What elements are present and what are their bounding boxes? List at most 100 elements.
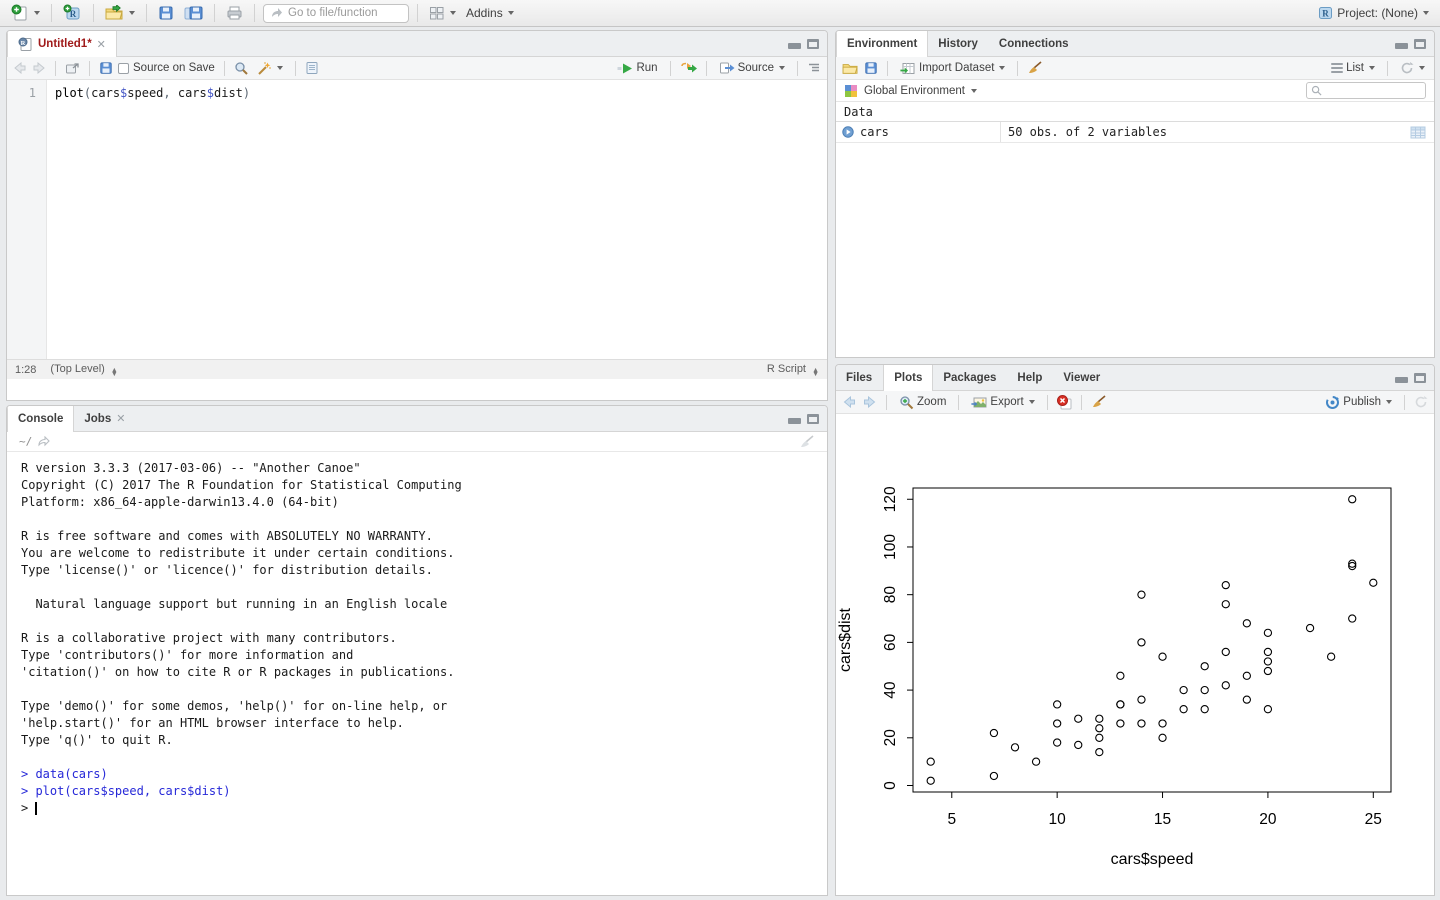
source-caret (779, 66, 785, 70)
next-plot-icon[interactable] (862, 396, 877, 408)
refresh-plot-icon[interactable] (1414, 395, 1428, 409)
refresh-environment-button[interactable] (1397, 59, 1428, 77)
console-input-line: > (21, 800, 827, 817)
maximize-icon[interactable] (807, 414, 819, 424)
project-menu-button[interactable]: R Project: (None) (1314, 3, 1432, 23)
console-path-row: ~/ (7, 432, 827, 452)
console-cursor (35, 802, 37, 815)
project-label: Project: (None) (1337, 6, 1418, 20)
import-dataset-button[interactable]: Import Dataset (897, 60, 1008, 77)
minimize-icon[interactable] (788, 418, 801, 424)
expand-object-icon[interactable] (842, 126, 854, 138)
rerun-icon[interactable] (680, 62, 697, 74)
code-tools-button[interactable] (254, 59, 286, 78)
tab-untitled1[interactable]: R Untitled1* ✕ (7, 31, 117, 57)
addins-button[interactable]: Addins (463, 4, 517, 22)
minimize-icon[interactable] (1395, 43, 1408, 49)
save-icon[interactable] (99, 61, 113, 75)
save-all-button[interactable] (181, 3, 206, 23)
console-output-line (21, 681, 827, 698)
working-directory: ~/ (19, 435, 32, 448)
console-output[interactable]: R version 3.3.3 (2017-03-06) -- "Another… (7, 452, 827, 817)
addins-caret (508, 11, 514, 15)
toolbar-separator (254, 4, 255, 22)
source-button[interactable]: Source (716, 60, 788, 76)
find-replace-icon[interactable] (234, 61, 249, 76)
help-tab-label: Help (1017, 372, 1042, 384)
tab-packages[interactable]: Packages (933, 365, 1007, 390)
publish-icon (1325, 395, 1340, 410)
export-plot-button[interactable]: Export (968, 394, 1037, 411)
minimize-icon[interactable] (788, 43, 801, 49)
toolbar-separator (417, 4, 418, 22)
open-file-button[interactable] (102, 3, 138, 23)
global-environment-icon (844, 84, 858, 98)
toolbar-separator (886, 395, 887, 410)
code-line[interactable]: plot(cars$speed, cars$dist) (47, 80, 250, 359)
list-view-button[interactable]: List (1328, 60, 1378, 76)
minimize-icon[interactable] (1395, 377, 1408, 383)
source-label: Source (738, 62, 774, 74)
goto-directory-icon[interactable] (38, 436, 51, 447)
plots-tab-label: Plots (894, 372, 922, 384)
document-outline-icon[interactable] (807, 62, 821, 74)
tab-connections[interactable]: Connections (989, 31, 1080, 56)
zoom-plot-button[interactable]: Zoom (896, 393, 949, 412)
goto-file-input[interactable]: Go to file/function (263, 4, 409, 23)
remove-plot-icon[interactable] (1057, 395, 1072, 410)
toolbar-separator (1404, 395, 1405, 410)
open-in-window-icon[interactable] (65, 62, 80, 75)
tab-environment[interactable]: Environment (836, 31, 928, 57)
tab-console[interactable]: Console (7, 406, 74, 432)
code-editor[interactable]: 1 plot(cars$speed, cars$dist) (7, 80, 827, 359)
back-icon[interactable] (13, 62, 27, 74)
source-on-save-toggle[interactable]: Source on Save (118, 62, 215, 74)
toolbar-separator (958, 395, 959, 410)
list-view-icon (1331, 63, 1343, 73)
maximize-icon[interactable] (1414, 373, 1426, 383)
load-workspace-icon[interactable] (842, 61, 859, 75)
tab-jobs[interactable]: Jobs ✕ (74, 406, 136, 431)
cursor-position: 1:28 (15, 364, 36, 376)
forward-icon[interactable] (32, 62, 46, 74)
maximize-icon[interactable] (807, 39, 819, 49)
toolbar-separator (51, 4, 52, 22)
refresh-icon (1400, 61, 1414, 75)
tab-help[interactable]: Help (1007, 365, 1053, 390)
filetype-selector[interactable]: R Script ▲▼ (767, 363, 819, 377)
view-data-grid-icon[interactable] (1410, 126, 1426, 139)
close-jobs-icon[interactable]: ✕ (116, 412, 125, 425)
environment-window-controls (1395, 31, 1434, 56)
save-button[interactable] (155, 3, 177, 23)
tab-files[interactable]: Files (836, 365, 883, 390)
pane-layout-button[interactable] (426, 4, 459, 23)
tab-history[interactable]: History (928, 31, 989, 56)
environment-scope-selector[interactable]: Global Environment (864, 85, 977, 97)
plots-toolbar: Zoom Export (836, 391, 1434, 414)
packages-tab-label: Packages (943, 372, 996, 384)
compile-report-icon[interactable] (305, 61, 319, 75)
clear-all-plots-icon[interactable] (1091, 395, 1107, 409)
scope-selector[interactable]: (Top Level) ▲▼ (50, 363, 117, 377)
console-output-line: Platform: x86_64-apple-darwin13.4.0 (64-… (21, 494, 827, 511)
console-output-line (21, 613, 827, 630)
tab-plots[interactable]: Plots (883, 365, 933, 391)
run-button[interactable]: Run (614, 60, 660, 76)
save-workspace-icon[interactable] (864, 61, 878, 75)
previous-plot-icon[interactable] (842, 396, 857, 408)
close-tab-icon[interactable]: ✕ (97, 38, 106, 51)
clear-console-icon[interactable] (799, 435, 815, 449)
print-button[interactable] (223, 3, 246, 23)
source-window-controls (788, 31, 827, 56)
source-on-save-checkbox[interactable] (118, 63, 129, 74)
clear-environment-icon[interactable] (1027, 61, 1043, 75)
new-file-button[interactable] (8, 2, 43, 24)
toolbar-separator (214, 4, 215, 22)
publish-button[interactable]: Publish (1322, 393, 1395, 412)
environment-object-row[interactable]: cars 50 obs. of 2 variables (836, 122, 1434, 143)
toolbar-separator (706, 61, 707, 76)
tab-viewer[interactable]: Viewer (1053, 365, 1111, 390)
maximize-icon[interactable] (1414, 39, 1426, 49)
new-project-button[interactable]: R (60, 2, 85, 24)
environment-search-input[interactable] (1306, 82, 1426, 99)
